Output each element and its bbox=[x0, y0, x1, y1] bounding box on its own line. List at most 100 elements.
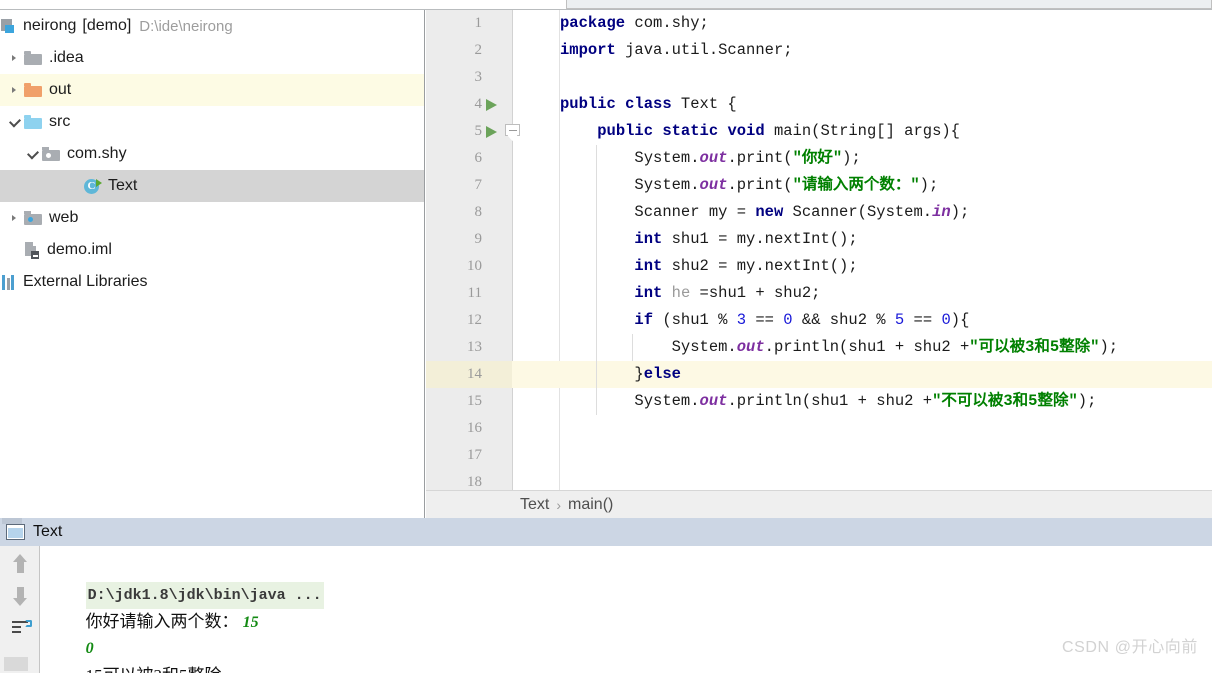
code-line[interactable]: 13 System.out.println(shu1 + shu2 +"可以被3… bbox=[426, 334, 1212, 361]
console-line-result: 15可以被3和5整除 bbox=[50, 635, 1212, 673]
chevron-right-icon[interactable] bbox=[8, 83, 22, 97]
console-tab-header[interactable]: Text bbox=[0, 518, 1212, 546]
console-output[interactable]: D:\jdk1.8\jdk\bin\java ... 你好请输入两个数： 15 0… bbox=[41, 546, 1212, 673]
folder-orange-icon bbox=[24, 83, 42, 97]
line-number: 5 bbox=[474, 123, 483, 139]
line-number: 2 bbox=[474, 42, 483, 58]
console-line-command: D:\jdk1.8\jdk\bin\java ... bbox=[50, 554, 1212, 609]
project-root-path: D:\ide\neirong bbox=[139, 17, 233, 35]
code-line[interactable]: 14 }else bbox=[426, 361, 1212, 388]
folder-web-icon bbox=[24, 211, 42, 225]
code-text: Scanner my = new Scanner(System.in); bbox=[560, 203, 970, 221]
code-line[interactable]: 1 package com.shy; bbox=[426, 10, 1212, 37]
tree-node-src[interactable]: src bbox=[0, 106, 424, 138]
folder-blue-icon bbox=[24, 115, 42, 129]
project-module-label: [demo] bbox=[82, 17, 132, 34]
code-line[interactable]: 12 if (shu1 % 3 == 0 && shu2 % 5 == 0){ bbox=[426, 307, 1212, 334]
console-prompt-text: 你好请输入两个数： bbox=[85, 612, 239, 631]
soft-wrap-button[interactable] bbox=[8, 620, 32, 644]
line-number: 13 bbox=[467, 339, 482, 355]
console-user-input-1: 15 bbox=[242, 614, 259, 631]
scroll-up-button[interactable] bbox=[8, 554, 32, 578]
chevron-right-icon[interactable] bbox=[8, 211, 22, 225]
line-number: 16 bbox=[467, 420, 482, 436]
run-tool-window: Text D:\jdk1.8\jdk\bin\java ... 你好请输入两个数… bbox=[0, 518, 1212, 673]
tree-node-com-shy[interactable]: com.shy bbox=[0, 138, 424, 170]
tree-node-out[interactable]: out bbox=[0, 74, 424, 106]
code-text: System.out.print("你好"); bbox=[560, 149, 861, 167]
line-number: 3 bbox=[474, 69, 483, 85]
line-number: 14 bbox=[467, 366, 482, 382]
breadcrumb-class[interactable]: Text bbox=[520, 496, 549, 514]
tree-node-label: out bbox=[49, 81, 72, 98]
package-icon bbox=[42, 147, 60, 161]
code-line[interactable]: 16 bbox=[426, 415, 1212, 442]
breadcrumb: Text › main() bbox=[426, 490, 1212, 518]
console-user-input-2: 0 bbox=[85, 640, 94, 657]
code-line[interactable]: 8 Scanner my = new Scanner(System.in); bbox=[426, 199, 1212, 226]
module-icon bbox=[0, 18, 16, 34]
code-text: public class Text { bbox=[560, 95, 737, 113]
tree-node-text-class[interactable]: C Text bbox=[0, 170, 424, 202]
code-text: public static void main(String[] args){ bbox=[597, 122, 960, 140]
code-line[interactable]: 5 public static void main(String[] args)… bbox=[426, 118, 1212, 145]
code-text: System.out.println(shu1 + shu2 +"可以被3和5整… bbox=[560, 338, 1119, 356]
code-line[interactable]: 4 public class Text { bbox=[426, 91, 1212, 118]
code-line[interactable]: 11 int he =shu1 + shu2; bbox=[426, 280, 1212, 307]
project-tool-window: neirong [demo] D:\ide\neirong .idea out bbox=[0, 10, 425, 518]
tree-node-web[interactable]: web bbox=[0, 202, 424, 234]
line-number: 10 bbox=[467, 258, 482, 274]
console-icon bbox=[6, 524, 25, 540]
chevron-right-icon[interactable] bbox=[8, 51, 22, 65]
run-gutter-icon[interactable] bbox=[486, 126, 497, 138]
tree-node-demo-iml[interactable]: demo.iml bbox=[0, 234, 424, 266]
code-editor[interactable]: 1 package com.shy; 2 import java.util.Scann… bbox=[426, 10, 1212, 490]
iml-file-icon bbox=[24, 241, 40, 259]
project-root-node[interactable]: neirong [demo] D:\ide\neirong bbox=[0, 10, 424, 42]
code-text: import java.util.Scanner; bbox=[560, 41, 793, 59]
tree-node-label: src bbox=[49, 113, 71, 130]
breadcrumb-method[interactable]: main() bbox=[568, 496, 613, 514]
code-text: package com.shy; bbox=[560, 14, 709, 32]
tree-node-label: Text bbox=[108, 177, 138, 194]
tree-node-label: .idea bbox=[49, 49, 84, 66]
run-gutter-icon[interactable] bbox=[486, 99, 497, 111]
code-line[interactable]: 17 bbox=[426, 442, 1212, 469]
code-text: }else bbox=[560, 365, 681, 383]
code-line[interactable]: 15 System.out.println(shu1 + shu2 +"不可以被… bbox=[426, 388, 1212, 415]
editor-tab-ghost[interactable] bbox=[566, 0, 1212, 9]
code-line[interactable]: 9 int shu1 = my.nextInt(); bbox=[426, 226, 1212, 253]
code-text: System.out.println(shu1 + shu2 +"不可以被3和5… bbox=[560, 392, 1097, 410]
code-line[interactable]: 10 int shu2 = my.nextInt(); bbox=[426, 253, 1212, 280]
intellij-idea-window: neirong [demo] D:\ide\neirong .idea out bbox=[0, 0, 1212, 673]
line-number: 7 bbox=[474, 177, 483, 193]
tree-node-external-libraries[interactable]: External Libraries bbox=[0, 266, 424, 298]
arrow-down-icon bbox=[13, 586, 27, 606]
console-toolbar bbox=[0, 546, 40, 673]
chevron-down-icon[interactable] bbox=[8, 115, 22, 129]
scroll-down-button[interactable] bbox=[8, 586, 32, 610]
chevron-down-icon[interactable] bbox=[26, 147, 40, 161]
code-line[interactable]: 18 bbox=[426, 469, 1212, 490]
console-toolbar-extra-slot[interactable] bbox=[4, 657, 28, 671]
tree-node-label: com.shy bbox=[67, 145, 127, 162]
line-number: 6 bbox=[474, 150, 483, 166]
console-result-text: 15可以被3和5整除 bbox=[86, 666, 222, 673]
soft-wrap-icon bbox=[12, 620, 32, 638]
line-number: 8 bbox=[474, 204, 483, 220]
java-class-icon: C bbox=[84, 178, 102, 195]
tree-node-idea[interactable]: .idea bbox=[0, 42, 424, 74]
code-text: int shu1 = my.nextInt(); bbox=[634, 230, 858, 248]
code-text: if (shu1 % 3 == 0 && shu2 % 5 == 0){ bbox=[634, 311, 970, 329]
tree-node-label: web bbox=[49, 209, 79, 226]
code-line[interactable]: 7 System.out.print("请输入两个数："); bbox=[426, 172, 1212, 199]
code-line[interactable]: 6 System.out.print("你好"); bbox=[426, 145, 1212, 172]
line-number: 18 bbox=[467, 474, 482, 490]
arrow-up-icon bbox=[13, 554, 27, 574]
libraries-icon bbox=[2, 274, 16, 291]
code-line[interactable]: 2 import java.util.Scanner; bbox=[426, 37, 1212, 64]
fold-collapse-icon[interactable] bbox=[505, 124, 520, 141]
line-number: 12 bbox=[467, 312, 482, 328]
code-line[interactable]: 3 bbox=[426, 64, 1212, 91]
line-number: 17 bbox=[467, 447, 482, 463]
